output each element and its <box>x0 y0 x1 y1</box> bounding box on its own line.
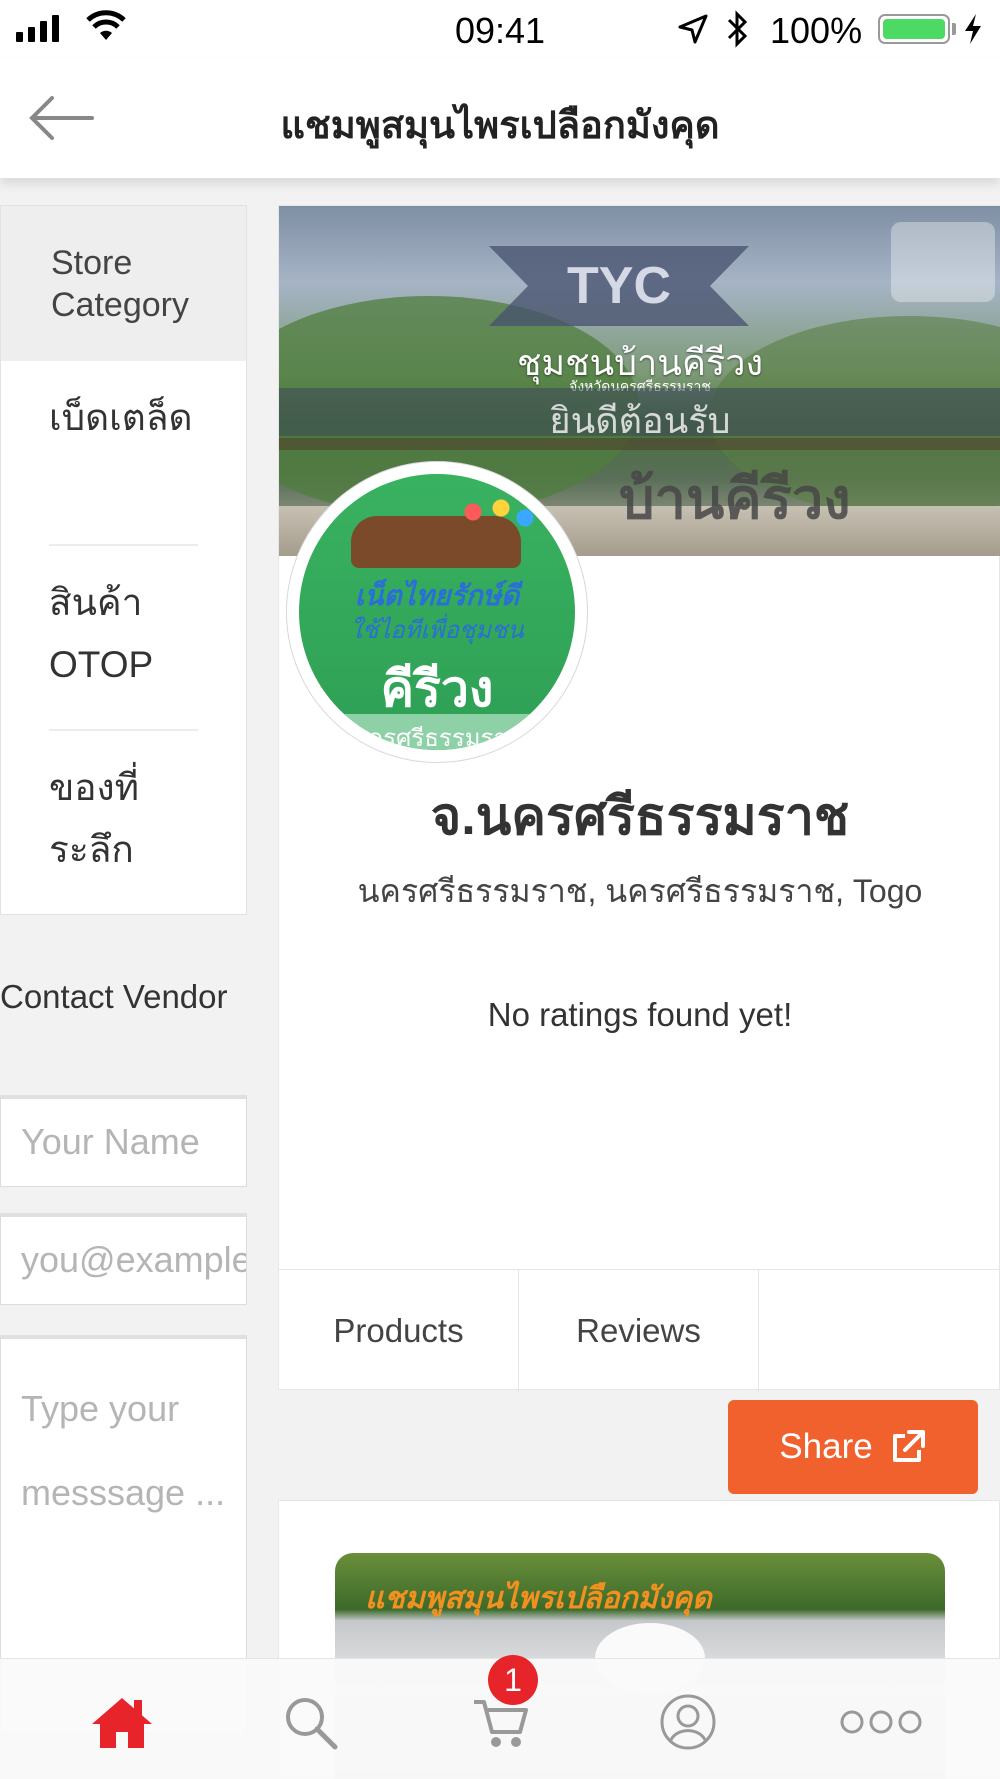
store-logo: เน็ตไทยรักษ์ดี ใช้ไอทีเพื่อชุมชน คีรีวง … <box>287 462 587 762</box>
battery-tip <box>952 23 956 35</box>
product-image-title: แชมพูสมุนไพรเปลือกมังคุด <box>365 1582 712 1615</box>
bottom-tab-bar: 1 <box>0 1655 1000 1779</box>
charging-bolt-icon <box>965 14 981 44</box>
tab-search[interactable] <box>270 1687 350 1757</box>
banner-village: บ้านคีรีวง <box>619 467 851 530</box>
battery-icon <box>878 14 950 44</box>
battery-percent: 100% <box>770 10 863 51</box>
external-link-icon <box>892 1430 925 1462</box>
tab-home[interactable] <box>82 1687 162 1757</box>
logo-bubbles-graphic <box>457 496 537 536</box>
email-field[interactable]: you@example.com <box>0 1213 247 1305</box>
category-item-otop[interactable]: สินค้า OTOP <box>1 546 246 731</box>
category-item-souvenir[interactable]: ของที่ระลึก <box>1 731 246 911</box>
tab-reviews[interactable]: Reviews <box>519 1270 759 1392</box>
banner-bridge <box>279 438 1000 450</box>
store-tabs: Products Reviews <box>279 1269 1000 1392</box>
share-button[interactable]: Share <box>728 1400 978 1494</box>
logo-slogan-line2: ใช้ไอทีเพื่อชุมชน <box>350 617 524 644</box>
page-title: แชมพูสมุนไพรเปลือกมังคุด <box>280 105 720 147</box>
status-bar: 09:41 100% <box>0 0 1000 58</box>
name-field[interactable]: Your Name <box>0 1095 247 1187</box>
store-rating: No ratings found yet! <box>487 996 793 1033</box>
tab-empty[interactable] <box>759 1270 999 1392</box>
account-icon <box>660 1694 716 1750</box>
location-arrow-icon <box>678 14 708 44</box>
category-item-label: เบ็ดเตล็ด <box>49 397 193 438</box>
category-item-label: ของที่ระลึก <box>49 767 139 870</box>
store-category-panel: Store Category เบ็ดเตล็ด สินค้า OTOP ของ… <box>0 205 247 915</box>
store-logo-image: เน็ตไทยรักษ์ดี ใช้ไอทีเพื่อชุมชน คีรีวง … <box>299 474 575 750</box>
banner-brand: TYC <box>567 257 671 315</box>
store-category-header: Store Category <box>1 206 246 361</box>
tab-account[interactable] <box>648 1687 728 1757</box>
more-icon <box>840 1710 922 1734</box>
home-icon <box>92 1698 152 1748</box>
category-item-label: สินค้า OTOP <box>49 582 154 685</box>
search-icon <box>286 1698 338 1750</box>
store-address: นครศรีธรรมราช, นครศรีธรรมราช, Togo <box>357 873 923 909</box>
tab-products[interactable]: Products <box>279 1270 519 1392</box>
logo-province: นครศรีธรรมราช <box>350 725 524 750</box>
navigation-bar: แชมพูสมุนไพรเปลือกมังคุด <box>0 58 1000 178</box>
bluetooth-icon <box>727 10 748 48</box>
category-item-misc[interactable]: เบ็ดเตล็ด <box>1 361 246 546</box>
banner-badge-logo <box>891 222 995 302</box>
tab-more[interactable] <box>836 1687 926 1757</box>
cart-badge: 1 <box>488 1655 538 1705</box>
store-profile-panel: TYC ชุมชนบ้านคีรีวง จังหวัดนครศรีธรรมราช… <box>278 205 1000 1392</box>
store-name: จ.นครศรีธรรมราช <box>430 788 850 846</box>
contact-vendor-heading: Contact Vendor <box>0 978 228 1015</box>
share-label: Share <box>779 1427 873 1466</box>
